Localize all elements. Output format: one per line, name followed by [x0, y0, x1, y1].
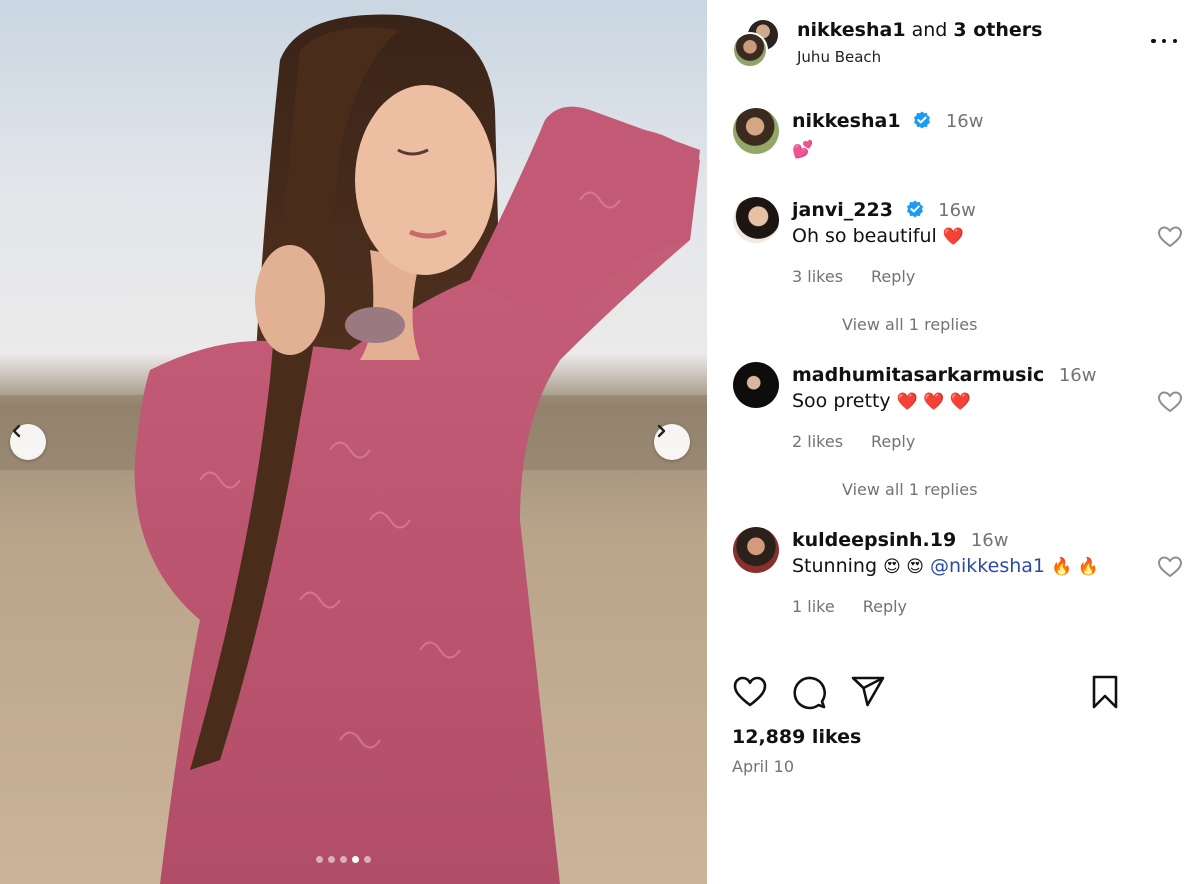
avatar[interactable] — [733, 362, 779, 408]
comment-likes-count[interactable]: 3 likes — [792, 267, 843, 286]
photo-illustration — [0, 14, 707, 884]
caption-text: 💕 — [792, 140, 814, 160]
post-authors: nikkesha1 and 3 others — [797, 19, 1042, 41]
comment-emojis: ❤️ ❤️ ❤️ — [896, 392, 971, 412]
avatar[interactable] — [733, 527, 779, 573]
comment-username[interactable]: madhumitasarkarmusic — [792, 364, 1044, 386]
mention-link[interactable]: @nikkesha1 — [930, 555, 1045, 577]
carousel-dot-active — [352, 856, 359, 863]
post-likes-count[interactable]: 12,889 likes — [732, 726, 861, 748]
more-options-icon — [1151, 38, 1156, 44]
paper-plane-icon — [851, 676, 885, 707]
bookmark-icon — [1092, 675, 1118, 709]
comment-time: 16w — [938, 200, 976, 221]
verified-badge-icon — [914, 111, 931, 129]
comment-meta: 1 like Reply — [792, 597, 907, 616]
comment-like-heart-icon[interactable] — [1157, 225, 1183, 249]
reply-button[interactable]: Reply — [871, 267, 915, 286]
view-replies-link[interactable]: View all 1 replies — [842, 315, 977, 334]
next-photo-button[interactable] — [654, 424, 690, 460]
share-button[interactable] — [849, 672, 887, 712]
comment-button[interactable] — [790, 672, 828, 712]
more-options-button[interactable] — [1151, 30, 1177, 52]
comment-username[interactable]: kuldeepsinh.19 — [792, 529, 956, 551]
like-button[interactable] — [731, 672, 769, 712]
avatar — [732, 32, 768, 68]
comment-text: Soo pretty ❤️ ❤️ ❤️ — [792, 390, 971, 412]
comment-emojis: 🔥 🔥 — [1051, 557, 1099, 577]
comment-emojis: ❤️ — [942, 227, 964, 247]
post-header: nikkesha1 and 3 others Juhu Beach — [707, 0, 1200, 80]
and-text: and — [911, 19, 948, 41]
comment-like-heart-icon[interactable] — [1157, 555, 1183, 579]
comment-icon — [793, 676, 826, 710]
comment-likes-count[interactable]: 2 likes — [792, 432, 843, 451]
caption-time: 16w — [945, 111, 984, 132]
carousel-dot — [316, 856, 323, 863]
comment-time: 16w — [970, 530, 1009, 551]
comment-username[interactable]: janvi_223 — [792, 199, 893, 221]
comment-meta: 3 likes Reply — [792, 267, 915, 286]
carousel-indicator — [316, 856, 371, 863]
author-username[interactable]: nikkesha1 — [797, 19, 906, 41]
post-details-panel: nikkesha1 and 3 others Juhu Beach nikkes… — [707, 0, 1200, 884]
chevron-left-icon — [12, 424, 21, 438]
avatar[interactable] — [733, 197, 779, 243]
reply-button[interactable]: Reply — [863, 597, 907, 616]
comment-like-heart-icon[interactable] — [1157, 390, 1183, 414]
avatar[interactable] — [733, 108, 779, 154]
post-photo — [0, 0, 707, 884]
previous-photo-button[interactable] — [10, 424, 46, 460]
caption-username[interactable]: nikkesha1 — [792, 110, 901, 132]
save-button[interactable] — [1086, 672, 1124, 712]
comment-likes-count[interactable]: 1 like — [792, 597, 835, 616]
chevron-right-icon — [657, 424, 666, 438]
carousel-dot — [340, 856, 347, 863]
location-link[interactable]: Juhu Beach — [797, 48, 881, 66]
comment-text: Oh so beautiful ❤️ — [792, 225, 964, 247]
post-date: April 10 — [732, 757, 795, 776]
comment-time: 16w — [1058, 365, 1097, 386]
reply-button[interactable]: Reply — [871, 432, 915, 451]
verified-badge-icon — [906, 200, 923, 218]
comment-emojis: 😍 😍 — [883, 557, 924, 577]
carousel-dot — [328, 856, 335, 863]
view-replies-link[interactable]: View all 1 replies — [842, 480, 977, 499]
post-action-bar — [707, 672, 1200, 722]
others-link[interactable]: 3 others — [953, 19, 1042, 41]
collaborators-avatars[interactable] — [732, 18, 782, 68]
comment-meta: 2 likes Reply — [792, 432, 915, 451]
heart-icon — [733, 676, 767, 707]
comment-text: Stunning 😍 😍 @nikkesha1 🔥 🔥 — [792, 555, 1099, 577]
carousel-dot — [364, 856, 371, 863]
